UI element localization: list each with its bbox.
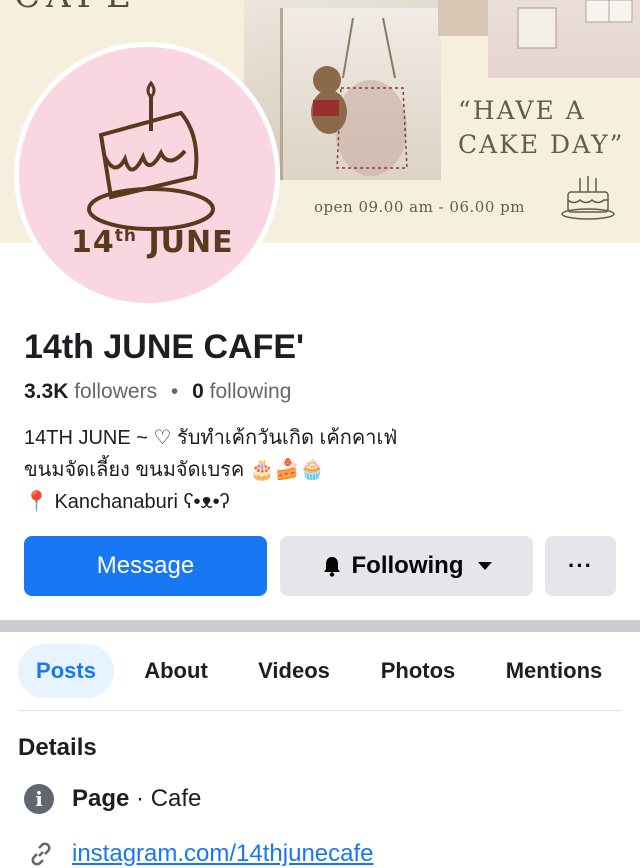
tabs-underline xyxy=(18,710,622,711)
tab-mentions[interactable]: Mentions xyxy=(496,644,612,698)
details-heading: Details xyxy=(18,734,97,761)
page-title: 14th JUNE CAFE' xyxy=(24,328,305,366)
bell-icon xyxy=(323,557,340,577)
avatar-caption-sup: th xyxy=(114,226,137,246)
message-button[interactable]: Message xyxy=(24,536,267,596)
detail-link[interactable]: instagram.com/14thjunecafe xyxy=(28,840,374,868)
detail-category: i Page · Cafe xyxy=(24,782,201,816)
instagram-link[interactable]: instagram.com/14thjunecafe xyxy=(72,840,374,868)
link-icon xyxy=(31,842,51,866)
tab-posts[interactable]: Posts xyxy=(18,644,114,698)
stats-separator: • xyxy=(170,380,179,403)
following-button-label: Following xyxy=(351,552,464,579)
profile-picture[interactable]: 14th JUNE xyxy=(14,42,280,308)
avatar-caption-day: 14 xyxy=(71,225,115,260)
more-dots-icon: ··· xyxy=(568,553,593,578)
cover-photo-small xyxy=(438,0,488,36)
caret-down-icon xyxy=(478,562,493,570)
section-divider xyxy=(0,620,640,632)
info-icon: i xyxy=(24,784,54,814)
cover-title: CAFE xyxy=(14,0,137,16)
following-count[interactable]: 0 xyxy=(192,380,204,403)
page-bio: 14TH JUNE ~ ♡ รับทำเค้กวันเกิด เค้กคาเฟ่… xyxy=(24,422,624,518)
following-label[interactable]: following xyxy=(210,380,292,403)
follower-stats: 3.3K followers • 0 following xyxy=(24,380,291,404)
bio-line-2: ขนมจัดเลี้ยง ขนมจัดเบรค 🎂🍰🧁 xyxy=(24,459,325,481)
cover-quote-line1: “HAVE A xyxy=(458,96,586,125)
following-button[interactable]: Following xyxy=(280,536,533,596)
tab-photos[interactable]: Photos xyxy=(368,644,468,698)
birthday-cake-icon xyxy=(87,80,215,231)
category-value: · Cafe xyxy=(129,785,202,812)
tab-videos[interactable]: Videos xyxy=(244,644,344,698)
cover-opening-hours: open 09.00 am - 06.00 pm xyxy=(314,198,525,216)
cover-quote-line2: CAKE DAY” xyxy=(458,130,625,159)
bio-line-3: 📍 Kanchanaburi ʕ•ᴥ•ʔ xyxy=(24,491,230,513)
profile-tabs: Posts About Videos Photos Mentions xyxy=(18,644,622,698)
tab-about[interactable]: About xyxy=(130,644,222,698)
followers-count[interactable]: 3.3K xyxy=(24,380,68,403)
cover-photo-shopfront xyxy=(488,0,640,78)
more-options-button[interactable]: ··· xyxy=(545,536,616,596)
message-button-label: Message xyxy=(96,552,195,579)
avatar-caption: 14th JUNE xyxy=(71,225,234,260)
bio-line-1: 14TH JUNE ~ ♡ รับทำเค้กวันเกิด เค้กคาเฟ่ xyxy=(24,427,398,449)
avatar-caption-month: JUNE xyxy=(148,225,234,260)
cover-quote: “HAVE A CAKE DAY” xyxy=(458,94,624,162)
followers-label[interactable]: followers xyxy=(74,380,157,403)
cake-drawing-icon xyxy=(561,176,615,220)
category-label: Page xyxy=(72,785,130,812)
